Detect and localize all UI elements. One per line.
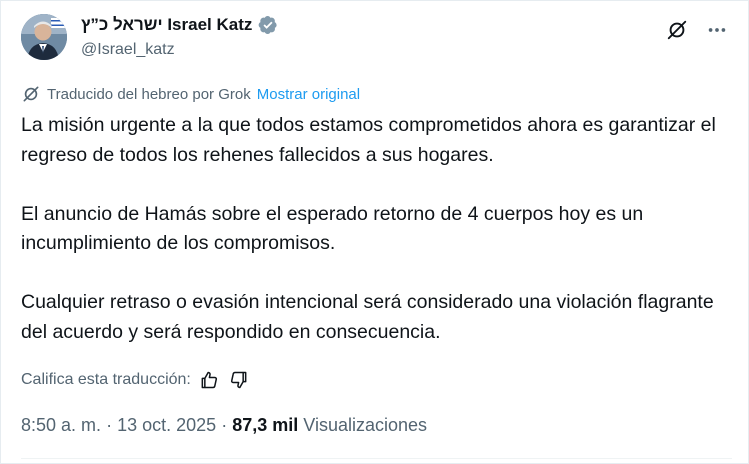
meta-separator: · xyxy=(106,415,113,435)
views-count[interactable]: 87,3 mil xyxy=(232,415,298,435)
author-name-row: ישראל כ”ץ Israel Katz xyxy=(81,14,278,36)
more-horizontal-icon[interactable] xyxy=(702,15,732,45)
rate-translation-row: Califica esta traducción: xyxy=(21,368,251,392)
translation-notice: Traducido del hebreo por Grok Mostrar or… xyxy=(21,84,360,104)
rate-translation-label: Califica esta traducción: xyxy=(21,371,191,388)
tweet-detail-page: ישראל כ”ץ Israel Katz @Israel_katz Tradu… xyxy=(0,0,749,464)
thumbs-down-icon[interactable] xyxy=(227,368,251,392)
tweet-meta: 8:50 a. m. · 13 oct. 2025 · 87,3 mil Vis… xyxy=(21,415,427,436)
tweet-paragraph: El anuncio de Hamás sobre el esperado re… xyxy=(21,202,644,255)
thumbs-up-icon[interactable] xyxy=(197,368,221,392)
grok-small-icon xyxy=(21,84,41,104)
author-handle[interactable]: @Israel_katz xyxy=(81,41,278,59)
author-display-name[interactable]: ישראל כ”ץ Israel Katz xyxy=(81,15,252,35)
meta-separator: · xyxy=(221,415,228,435)
show-original-link[interactable]: Mostrar original xyxy=(257,86,360,103)
author-block: ישראל כ”ץ Israel Katz @Israel_katz xyxy=(81,14,278,59)
avatar[interactable] xyxy=(21,14,67,60)
translation-note: Traducido del hebreo por Grok xyxy=(47,85,251,103)
tweet-date[interactable]: 13 oct. 2025 xyxy=(117,415,216,435)
tweet-header: ישראל כ”ץ Israel Katz @Israel_katz xyxy=(19,11,732,65)
grok-icon[interactable] xyxy=(662,15,692,45)
divider xyxy=(21,458,732,459)
avatar-image xyxy=(21,14,67,60)
tweet-time[interactable]: 8:50 a. m. xyxy=(21,415,101,435)
verified-badge-icon[interactable] xyxy=(258,15,278,35)
views-label: Visualizaciones xyxy=(303,415,428,435)
header-actions xyxy=(662,15,732,45)
tweet-paragraph: La misión urgente a la que todos estamos… xyxy=(21,114,716,166)
tweet-text: La misión urgente a la que todos estamos… xyxy=(21,111,721,347)
tweet-paragraph: Cualquier retraso o evasión intencional … xyxy=(21,291,714,343)
